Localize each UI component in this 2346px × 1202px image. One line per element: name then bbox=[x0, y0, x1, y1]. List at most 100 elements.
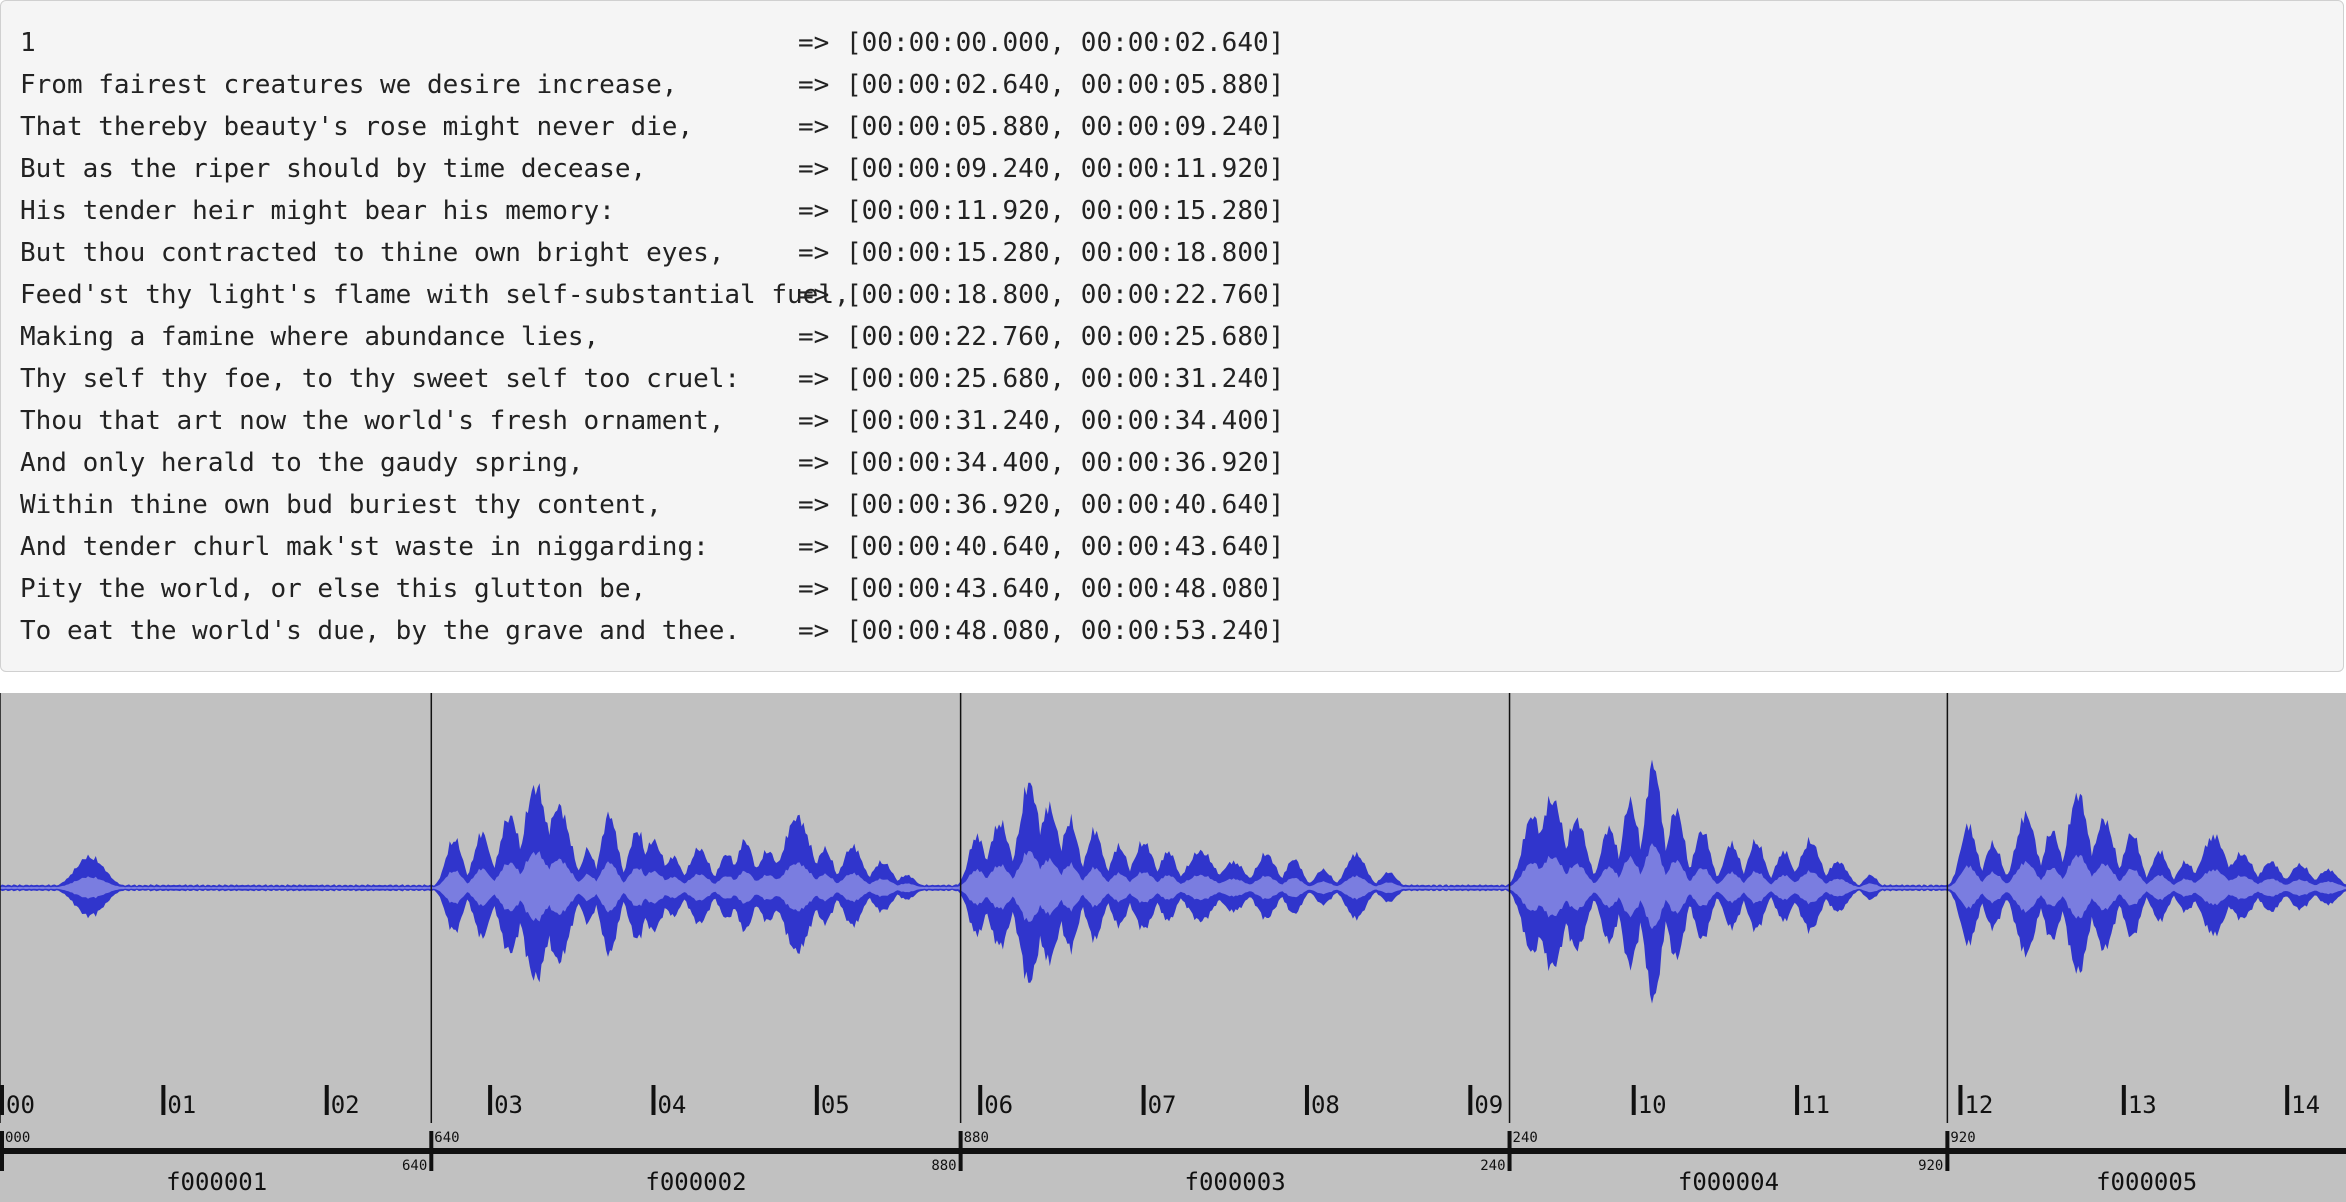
fragment-begin-tick[interactable] bbox=[0, 1131, 4, 1171]
mapping-arrow: => bbox=[798, 406, 830, 436]
transcript-line-text: But as the riper should by time decease, bbox=[20, 154, 647, 184]
waveform-canvas[interactable]: 00 01 02 03 04 05 06 07 08 09 10 11 12 13 14 000 640 f00… bbox=[0, 693, 2346, 1202]
second-tick bbox=[488, 1085, 493, 1115]
fragment-end-label: 920 bbox=[1918, 1158, 1943, 1174]
fragment-end-label: 880 bbox=[931, 1158, 956, 1174]
second-tick-label: 14 bbox=[2291, 1091, 2320, 1119]
second-tick-label: 13 bbox=[2128, 1091, 2157, 1119]
second-tick bbox=[0, 1085, 4, 1115]
second-tick bbox=[161, 1085, 166, 1115]
time-ruler: 00 01 02 03 04 05 06 07 08 09 10 11 12 13 14 bbox=[0, 1085, 2320, 1119]
second-tick bbox=[1141, 1085, 1146, 1115]
second-tick-label: 11 bbox=[1801, 1091, 1830, 1119]
transcript-row: And only herald to the gaudy spring, => [0… bbox=[20, 442, 1284, 484]
fragment-id-label[interactable]: f000002 bbox=[645, 1168, 746, 1196]
mapping-arrow: => bbox=[798, 70, 830, 100]
transcript-line-text: His tender heir might bear his memory: bbox=[20, 196, 615, 226]
mapping-arrow: => bbox=[798, 364, 830, 394]
transcript-line-text: But thou contracted to thine own bright … bbox=[20, 238, 725, 268]
time-interval: [00:00:40.640, 00:00:43.640] bbox=[846, 532, 1285, 562]
second-tick bbox=[2285, 1085, 2290, 1115]
time-interval: [00:00:36.920, 00:00:40.640] bbox=[846, 490, 1285, 520]
second-tick-label: 03 bbox=[494, 1091, 523, 1119]
mapping-arrow: => bbox=[798, 154, 830, 184]
transcript-row: But thou contracted to thine own bright … bbox=[20, 232, 1284, 274]
time-interval: [00:00:34.400, 00:00:36.920] bbox=[846, 448, 1285, 478]
mapping-arrow: => bbox=[798, 196, 830, 226]
transcript-panel: 1 => [00:00:00.000, 00:00:02.640] From fair… bbox=[0, 0, 2344, 672]
transcript-row: Thou that art now the world's fresh orna… bbox=[20, 400, 1284, 442]
transcript-line-text: Thou that art now the world's fresh orna… bbox=[20, 406, 725, 436]
second-tick bbox=[651, 1085, 656, 1115]
transcript-line-text: That thereby beauty's rose might never d… bbox=[20, 112, 694, 142]
time-interval: [00:00:02.640, 00:00:05.880] bbox=[846, 70, 1285, 100]
transcript-row: But as the riper should by time decease,… bbox=[20, 148, 1284, 190]
transcript-line-text: Thy self thy foe, to thy sweet self too … bbox=[20, 364, 741, 394]
second-tick-label: 08 bbox=[1311, 1091, 1340, 1119]
second-tick bbox=[1631, 1085, 1636, 1115]
time-interval: [00:00:22.760, 00:00:25.680] bbox=[846, 322, 1285, 352]
transcript-line-text: Making a famine where abundance lies, bbox=[20, 322, 600, 352]
transcript-row: Pity the world, or else this glutton be,… bbox=[20, 568, 1284, 610]
mapping-arrow: => bbox=[798, 238, 830, 268]
second-tick-label: 05 bbox=[821, 1091, 850, 1119]
transcript-line-text: From fairest creatures we desire increas… bbox=[20, 70, 678, 100]
fragment-end-label: 240 bbox=[1480, 1158, 1505, 1174]
time-interval: [00:00:48.080, 00:00:53.240] bbox=[846, 616, 1285, 646]
second-tick-label: 09 bbox=[1474, 1091, 1503, 1119]
transcript-line-text: Within thine own bud buriest thy content… bbox=[20, 490, 662, 520]
second-tick bbox=[2121, 1085, 2126, 1115]
mapping-arrow: => bbox=[798, 322, 830, 352]
second-tick bbox=[1958, 1085, 1963, 1115]
transcript-line-text: And only herald to the gaudy spring, bbox=[20, 448, 584, 478]
second-tick bbox=[978, 1085, 983, 1115]
fragment-id-label[interactable]: f000003 bbox=[1185, 1168, 1286, 1196]
transcript-line-text: 1 bbox=[20, 28, 36, 58]
fragment-id-label[interactable]: f000004 bbox=[1678, 1168, 1779, 1196]
time-interval: [00:00:11.920, 00:00:15.280] bbox=[846, 196, 1285, 226]
second-tick bbox=[1795, 1085, 1800, 1115]
second-tick-label: 10 bbox=[1638, 1091, 1667, 1119]
mapping-arrow: => bbox=[798, 490, 830, 520]
fragment-ruler-bar bbox=[0, 1148, 2346, 1154]
fragment-begin-label: 640 bbox=[434, 1130, 459, 1146]
transcript-line-text: Pity the world, or else this glutton be, bbox=[20, 574, 647, 604]
transcript-row: Thy self thy foe, to thy sweet self too … bbox=[20, 358, 1284, 400]
fragment-begin-tick[interactable] bbox=[1507, 1131, 1512, 1171]
fragment-end-label: 640 bbox=[402, 1158, 427, 1174]
time-interval: [00:00:31.240, 00:00:34.400] bbox=[846, 406, 1285, 436]
transcript-line-text: And tender churl mak'st waste in niggard… bbox=[20, 532, 709, 562]
fragment-id-label[interactable]: f000001 bbox=[166, 1168, 267, 1196]
fragment-begin-tick[interactable] bbox=[429, 1131, 434, 1171]
mapping-arrow: => bbox=[798, 448, 830, 478]
time-interval: [00:00:43.640, 00:00:48.080] bbox=[846, 574, 1285, 604]
fragment-ruler: 000 640 f000001 640 880 f000002 880 240 f000003 2… bbox=[0, 1130, 2346, 1196]
second-tick-label: 06 bbox=[984, 1091, 1013, 1119]
fragment-begin-tick[interactable] bbox=[1945, 1131, 1950, 1171]
fragment-begin-label: 880 bbox=[964, 1130, 989, 1146]
transcript-row: 1 => [00:00:00.000, 00:00:02.640] bbox=[20, 22, 1284, 64]
time-interval: [00:00:18.800, 00:00:22.760] bbox=[846, 280, 1285, 310]
second-tick bbox=[324, 1085, 329, 1115]
mapping-arrow: => bbox=[798, 28, 830, 58]
second-tick-label: 12 bbox=[1964, 1091, 1993, 1119]
second-tick-label: 04 bbox=[657, 1091, 686, 1119]
second-tick-label: 01 bbox=[167, 1091, 196, 1119]
mapping-arrow: => bbox=[798, 112, 830, 142]
fragment-id-label[interactable]: f000005 bbox=[2096, 1168, 2197, 1196]
mapping-arrow: => bbox=[798, 574, 830, 604]
transcript-row: Within thine own bud buriest thy content… bbox=[20, 484, 1284, 526]
second-tick bbox=[1468, 1085, 1473, 1115]
transcript-row: His tender heir might bear his memory: =>… bbox=[20, 190, 1284, 232]
fragment-begin-label: 920 bbox=[1950, 1130, 1975, 1146]
mapping-arrow: => bbox=[798, 532, 830, 562]
time-interval: [00:00:09.240, 00:00:11.920] bbox=[846, 154, 1285, 184]
second-tick-label: 02 bbox=[331, 1091, 360, 1119]
transcript-line-text: Feed'st thy light's flame with self-subs… bbox=[20, 280, 850, 310]
waveform-panel[interactable]: 00 01 02 03 04 05 06 07 08 09 10 11 12 13 14 000 640 f00… bbox=[0, 693, 2346, 1202]
transcript-row: Making a famine where abundance lies, => [… bbox=[20, 316, 1284, 358]
fragment-begin-label: 000 bbox=[5, 1130, 30, 1146]
transcript-line-text: To eat the world's due, by the grave and… bbox=[20, 616, 741, 646]
time-interval: [00:00:05.880, 00:00:09.240] bbox=[846, 112, 1285, 142]
fragment-begin-tick[interactable] bbox=[958, 1131, 963, 1171]
